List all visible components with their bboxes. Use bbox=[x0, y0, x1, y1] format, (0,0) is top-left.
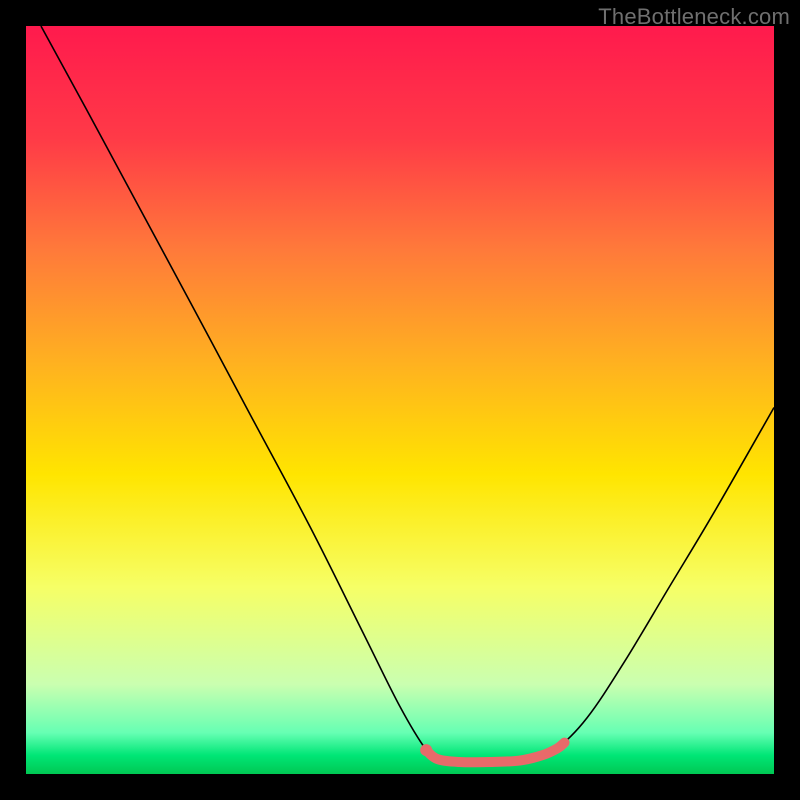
chart-frame: TheBottleneck.com bbox=[0, 0, 800, 800]
chart-background bbox=[26, 26, 774, 774]
chart-plot-area bbox=[26, 26, 774, 774]
series-highlight-dot bbox=[420, 744, 432, 756]
chart-svg bbox=[26, 26, 774, 774]
